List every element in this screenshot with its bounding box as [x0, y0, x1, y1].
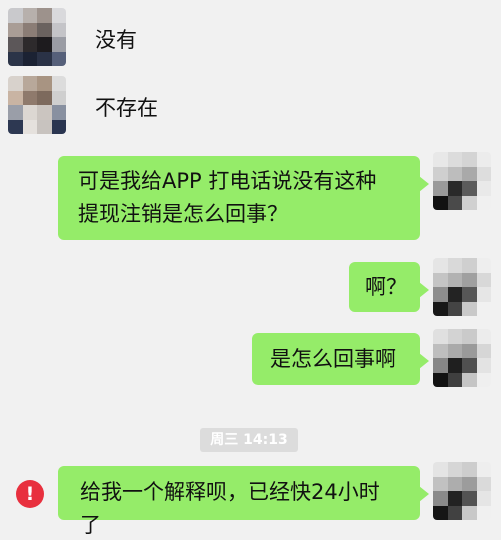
- send-failed-icon[interactable]: !: [16, 480, 44, 508]
- outgoing-message-bubble[interactable]: 啊？: [349, 262, 429, 312]
- message-line: 提现注销是怎么回事？: [78, 201, 288, 226]
- contact-avatar[interactable]: [8, 76, 66, 134]
- outgoing-message-bubble[interactable]: 可是我给APP 打电话说没有这种 提现注销是怎么回事？: [58, 156, 429, 240]
- my-avatar[interactable]: [433, 329, 491, 387]
- my-avatar[interactable]: [433, 258, 491, 316]
- outgoing-message-bubble[interactable]: 给我一个解释呗，已经快24小时了: [58, 466, 429, 537]
- message-line: 可是我给APP 打电话说没有这种: [78, 169, 377, 193]
- chat-window: 没有 不存在 可是我给APP 打电话说没有这种 提现注销是怎么回事？ 啊？ 是怎…: [0, 0, 501, 540]
- contact-avatar[interactable]: [8, 8, 66, 66]
- outgoing-message-bubble[interactable]: 是怎么回事啊: [252, 333, 429, 385]
- my-avatar[interactable]: [433, 462, 491, 520]
- incoming-message-text: 不存在: [95, 96, 158, 120]
- my-avatar[interactable]: [433, 152, 491, 210]
- timestamp-divider: 周三 14:13: [200, 428, 298, 452]
- incoming-message-text: 没有: [95, 28, 137, 52]
